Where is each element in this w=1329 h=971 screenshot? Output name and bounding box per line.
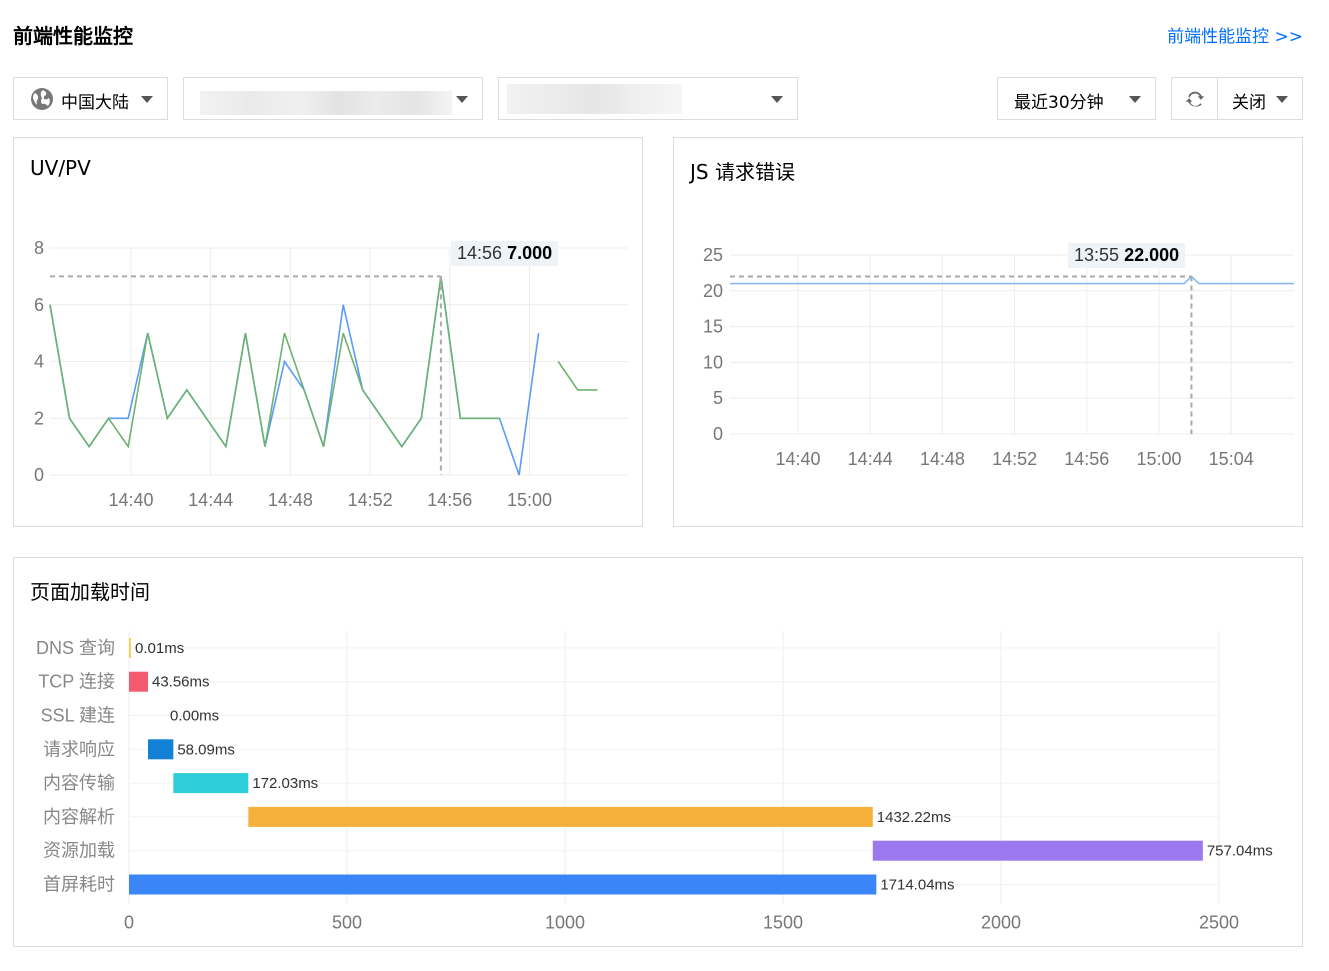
bar-value-label: 0.00ms [170, 708, 219, 725]
x-tick-label: 14:48 [268, 490, 313, 510]
y-tick-label: 10 [703, 352, 723, 372]
x-tick-label: 500 [332, 912, 362, 932]
bar-value-label: 757.04ms [1207, 843, 1273, 860]
chevron-down-icon [141, 96, 153, 103]
x-tick-label: 14:40 [108, 490, 153, 510]
series-line [730, 275, 1294, 285]
y-tick-label: 20 [703, 281, 723, 301]
x-tick-label: 14:44 [848, 449, 893, 469]
tooltip-time: 14:56 [457, 243, 503, 263]
blurred-value [507, 84, 682, 114]
x-tick-label: 14:56 [1064, 449, 1109, 469]
y-tick-label: 5 [713, 388, 723, 408]
project-select[interactable] [183, 77, 483, 120]
bar-category-label: 请求响应 [43, 739, 115, 759]
bar-value-label: 1714.04ms [880, 877, 954, 894]
chevron-down-icon [1276, 96, 1288, 103]
js-error-tooltip: 13:55 22.000 [1068, 243, 1186, 268]
page-title: 前端性能监控 [13, 24, 133, 48]
chevron-down-icon [1129, 96, 1141, 103]
bar-value-label: 58.09ms [177, 741, 235, 758]
x-tick-label: 15:04 [1209, 449, 1254, 469]
tooltip-value: 22.000 [1124, 245, 1180, 265]
y-tick-label: 0 [34, 465, 44, 485]
y-tick-label: 0 [713, 424, 723, 444]
region-select[interactable]: 中国大陆 [13, 77, 168, 120]
x-tick-label: 14:40 [775, 449, 820, 469]
y-tick-label: 2 [34, 408, 44, 428]
globe-icon [30, 87, 54, 116]
bar [173, 773, 249, 794]
time-range-value: 最近30分钟 [1014, 93, 1104, 113]
tooltip-value: 7.000 [507, 243, 553, 263]
x-tick-label: 15:00 [1136, 449, 1181, 469]
bar-value-label: 0.01ms [135, 640, 184, 657]
y-tick-label: 8 [34, 238, 44, 258]
page-load-panel: 页面加载时间 0 500 1000 1500 2000 2500 DNS 查询 0.01ms T… [13, 557, 1303, 947]
bar [248, 806, 873, 827]
x-tick-label: 1000 [545, 912, 585, 932]
chevron-down-icon [771, 96, 783, 103]
x-tick-label: 14:48 [920, 449, 965, 469]
refresh-icon[interactable] [1172, 78, 1218, 119]
uvpv-panel: UV/PV 0 2 4 6 8 14:40 14:44 14:48 14:52 14:56 15:0… [13, 137, 643, 527]
x-tick-label: 14:52 [992, 449, 1037, 469]
x-tick-label: 1500 [763, 912, 803, 932]
bar [147, 739, 174, 760]
bar-category-label: SSL 建连 [41, 706, 115, 726]
bar-category-label: 资源加载 [43, 841, 115, 861]
page-load-chart: 0 500 1000 1500 2000 2500 DNS 查询 0.01ms TCP 连接 43… [36, 631, 1273, 932]
x-tick-label: 0 [124, 912, 134, 932]
auto-refresh-select[interactable]: 关闭 [1171, 77, 1303, 120]
auto-refresh-value: 关闭 [1232, 93, 1266, 113]
y-tick-label: 6 [34, 295, 44, 315]
uvpv-chart: 0 2 4 6 8 14:40 14:44 14:48 14:52 14:56 15:00 [34, 238, 628, 510]
uvpv-tooltip: 14:56 7.000 [451, 241, 559, 266]
y-tick-label: 15 [703, 317, 723, 337]
bar-category-label: 内容传输 [43, 773, 115, 793]
bar [872, 840, 1203, 861]
bar [129, 874, 877, 895]
x-tick-label: 14:56 [427, 490, 472, 510]
js-error-chart: 0 5 10 15 20 25 14:40 14:44 14:48 14:52 14:56 15:00… [703, 245, 1294, 469]
x-tick-label: 2500 [1199, 912, 1239, 932]
performance-monitor-link[interactable]: 前端性能监控 >> [1167, 22, 1303, 47]
x-tick-label: 2000 [981, 912, 1021, 932]
page-select[interactable] [498, 77, 798, 120]
bar [129, 671, 148, 692]
bar-value-label: 43.56ms [152, 674, 210, 691]
bar-category-label: TCP 连接 [38, 672, 115, 692]
chevron-down-icon [456, 96, 468, 103]
region-select-value: 中国大陆 [61, 93, 129, 113]
y-tick-label: 25 [703, 245, 723, 265]
tooltip-time: 13:55 [1074, 245, 1120, 265]
blurred-value [200, 91, 452, 115]
js-error-panel: JS 请求错误 0 5 10 15 20 25 14:40 14:44 14:48 14:52 14… [673, 137, 1303, 527]
x-tick-label: 14:52 [348, 490, 393, 510]
time-range-select[interactable]: 最近30分钟 [997, 77, 1156, 120]
bar-category-label: DNS 查询 [36, 638, 115, 658]
bar-value-label: 1432.22ms [877, 809, 951, 826]
bar [129, 637, 131, 658]
x-tick-label: 14:44 [188, 490, 233, 510]
y-tick-label: 4 [34, 352, 44, 372]
bar-value-label: 172.03ms [252, 775, 318, 792]
bar-category-label: 首屏耗时 [43, 875, 115, 895]
bar-category-label: 内容解析 [43, 807, 115, 827]
series-line [49, 276, 540, 476]
x-tick-label: 15:00 [507, 490, 552, 510]
